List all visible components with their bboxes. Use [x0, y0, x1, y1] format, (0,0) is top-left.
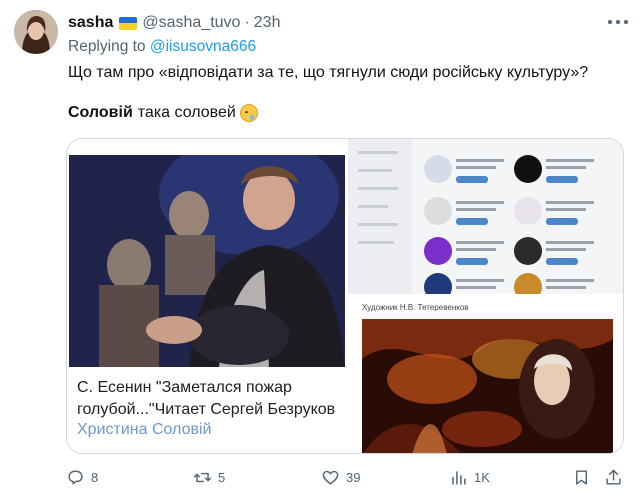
reply-count: 8 — [91, 469, 99, 485]
video-card-author[interactable]: Христина Соловій — [77, 421, 211, 439]
like-count: 39 — [346, 469, 361, 485]
reply-button[interactable]: 8 — [66, 466, 98, 488]
ukraine-flag-icon — [119, 16, 138, 30]
tweet-text-bold: Соловій — [68, 104, 133, 121]
screenshot-content — [358, 151, 594, 294]
video-card-title[interactable]: С. Есенин "Заметался пожар голубой..."Чи… — [77, 377, 342, 421]
painting-image[interactable]: Художник Н.В. Тетеревенков — [348, 297, 623, 453]
reply-icon — [68, 469, 83, 485]
separator: · — [244, 14, 250, 31]
tweet-header: sasha @sasha_tuvo · 23h — [68, 12, 280, 34]
views-button[interactable]: 1K — [449, 466, 490, 488]
like-button[interactable]: 39 — [321, 466, 360, 488]
share-icon — [606, 469, 621, 485]
tweet-text-rest: така соловей — [137, 104, 236, 121]
video-frame-image — [69, 155, 345, 367]
heart-icon — [322, 470, 339, 485]
bookmark-button[interactable] — [572, 466, 597, 488]
more-options-icon[interactable] — [608, 14, 628, 30]
tweet-text-line2: Соловій така соловей — [68, 104, 258, 122]
painting-caption: Художник Н.В. Тетеревенков — [362, 303, 469, 312]
repost-icon — [193, 472, 212, 482]
video-card[interactable]: С. Есенин "Заметался пожар голубой..."Чи… — [67, 139, 347, 453]
reply-to-link[interactable]: @iisusovna666 — [150, 38, 256, 55]
replying-to: Replying to @iisusovna666 — [68, 38, 256, 56]
author-handle[interactable]: @sasha_tuvo — [142, 14, 240, 32]
video-thumbnail[interactable] — [69, 155, 345, 367]
author-name[interactable]: sasha — [68, 14, 113, 32]
painting-art — [362, 319, 613, 453]
action-bar: 8 5 39 1K — [66, 466, 626, 488]
painting — [362, 319, 613, 453]
media-grid: С. Есенин "Заметался пожар голубой..."Чи… — [66, 138, 624, 454]
share-button[interactable] — [604, 466, 629, 488]
reply-prefix: Replying to — [68, 38, 150, 55]
avatar[interactable] — [14, 10, 58, 54]
repost-count: 5 — [218, 469, 226, 485]
screenshot-image[interactable] — [348, 139, 623, 294]
timestamp[interactable]: 23h — [254, 14, 281, 32]
tweet-text-line1: Що там про «відповідати за те, що тягнул… — [68, 64, 589, 81]
views-count: 1K — [474, 469, 490, 485]
bookmark-icon — [576, 469, 587, 485]
views-icon — [452, 470, 466, 485]
tweet: sasha @sasha_tuvo · 23h Replying to @iis… — [0, 0, 640, 503]
image-column: Художник Н.В. Тетеревенков — [348, 139, 623, 453]
crying-face-emoji-icon — [239, 104, 258, 122]
repost-button[interactable]: 5 — [193, 466, 225, 488]
